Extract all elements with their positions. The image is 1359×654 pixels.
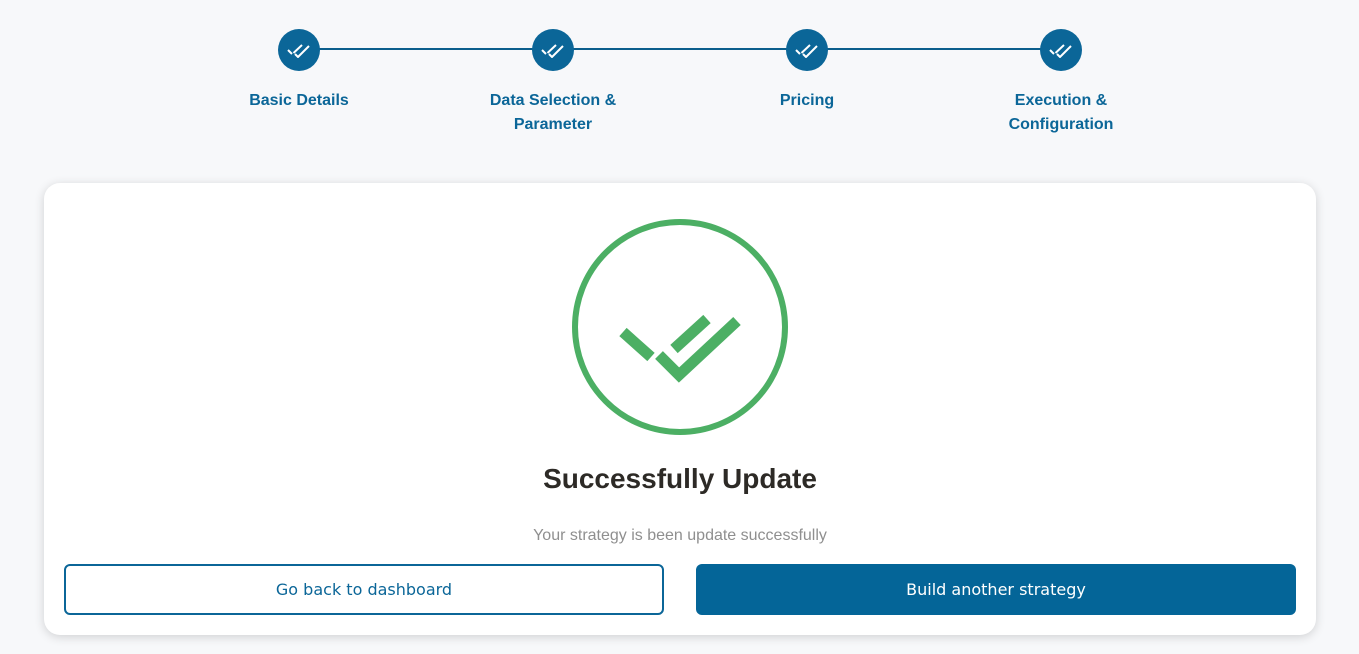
step-label: Data Selection & Parameter — [490, 89, 616, 137]
stepper-connector-line — [299, 48, 1061, 50]
step-basic-details: Basic Details — [209, 29, 389, 113]
step-pricing: Pricing — [717, 29, 897, 113]
step-label: Execution & Configuration — [1009, 89, 1114, 137]
success-title: Successfully Update — [543, 463, 817, 494]
go-back-to-dashboard-button[interactable]: Go back to dashboard — [64, 564, 664, 615]
step-label-line: Execution & — [1014, 92, 1108, 109]
step-completed-badge — [1040, 29, 1082, 71]
step-label: Basic Details — [249, 89, 349, 113]
step-label: Pricing — [780, 89, 834, 113]
double-check-icon — [287, 44, 310, 58]
step-label-line: Data Selection & — [489, 92, 617, 109]
step-execution-configuration: Execution & Configuration — [971, 29, 1151, 137]
step-label-line: Configuration — [1008, 116, 1114, 133]
step-data-selection: Data Selection & Parameter — [463, 29, 643, 137]
double-check-icon — [1049, 44, 1072, 58]
step-completed-badge — [278, 29, 320, 71]
double-check-icon — [795, 44, 818, 58]
step-label-line: Basic Details — [249, 92, 349, 109]
step-label-line: Parameter — [513, 116, 593, 133]
success-double-check-icon — [572, 219, 788, 435]
success-card: Successfully Update Your strategy is bee… — [44, 183, 1316, 635]
progress-stepper: Basic Details Data Selection & Parameter… — [0, 0, 1359, 150]
double-check-icon — [541, 44, 564, 58]
step-completed-badge — [786, 29, 828, 71]
success-message: Your strategy is been update successfull… — [533, 527, 827, 544]
build-another-strategy-button[interactable]: Build another strategy — [696, 564, 1296, 615]
step-label-line: Pricing — [779, 92, 835, 109]
step-completed-badge — [532, 29, 574, 71]
